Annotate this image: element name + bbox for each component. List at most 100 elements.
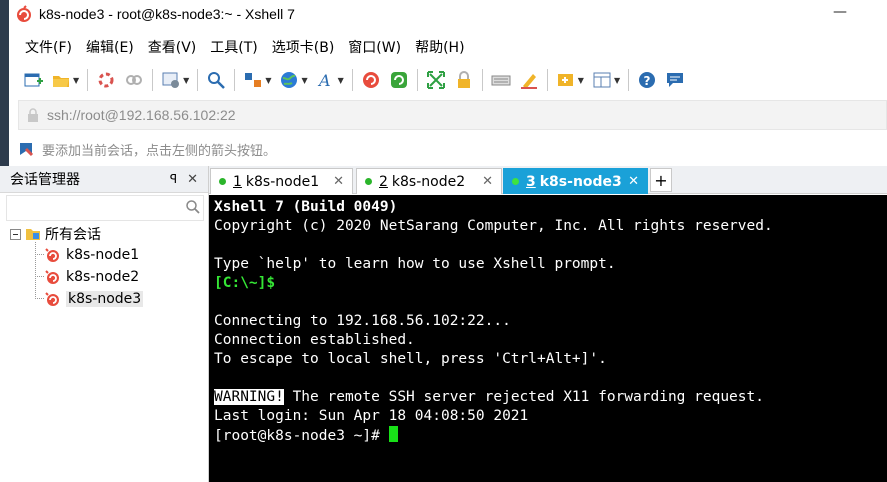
- globe-dropdown-icon[interactable]: ▼: [301, 76, 307, 85]
- terminal-line: Connecting to 192.168.56.102:22...: [214, 313, 511, 329]
- close-tab-icon[interactable]: ✕: [482, 174, 493, 189]
- help-icon[interactable]: ?: [637, 70, 657, 90]
- tab-label: k8s-node2: [391, 173, 466, 190]
- tab-number: 3: [526, 173, 536, 190]
- folder-icon: [26, 229, 40, 240]
- toolbar-separator: [234, 69, 236, 91]
- session-icon: [45, 270, 59, 284]
- highlight-icon[interactable]: [519, 70, 539, 90]
- terminal-area[interactable]: Xshell 7 (Build 0049) Copyright (c) 2020…: [209, 195, 887, 482]
- terminal-line: Xshell 7 (Build 0049): [214, 199, 398, 215]
- session-hint-bar: 要添加当前会话，点击左侧的箭头按钮。: [18, 134, 887, 164]
- toolbar-separator: [197, 69, 199, 91]
- layout-icon[interactable]: [592, 70, 612, 90]
- toolbar-separator: [628, 69, 630, 91]
- terminal-cursor: [388, 426, 398, 442]
- session-item-k8s-node2[interactable]: k8s-node2: [44, 267, 139, 287]
- tab-bar: 1 k8s-node1 ✕ 2 k8s-node2 ✕ 3 k8s-node3 …: [209, 166, 887, 194]
- transfer-icon[interactable]: [243, 70, 263, 90]
- tab-number: 2: [379, 173, 388, 190]
- tab-group-dropdown-icon[interactable]: ▼: [578, 76, 584, 85]
- menu-tools[interactable]: 工具(T): [210, 37, 257, 57]
- menu-file[interactable]: 文件(F): [25, 37, 72, 57]
- fullscreen-icon[interactable]: [426, 70, 446, 90]
- session-label: k8s-node2: [66, 269, 140, 285]
- menu-tab[interactable]: 选项卡(B): [272, 37, 335, 57]
- collapse-icon[interactable]: [10, 228, 21, 240]
- toolbar-separator: [87, 69, 89, 91]
- reconnect-icon[interactable]: [96, 70, 116, 90]
- hint-text: 要添加当前会话，点击左侧的箭头按钮。: [42, 143, 277, 159]
- font-icon[interactable]: A: [316, 70, 336, 90]
- svg-text:?: ?: [644, 74, 651, 88]
- lock-icon[interactable]: [454, 70, 474, 90]
- tab-label: k8s-node3: [539, 173, 622, 190]
- session-manager-panel: 会话管理器 ꟼ ✕ 所有会话 k8s-node1 k8s-node2 k8s-n…: [0, 166, 209, 482]
- terminal-line: To escape to local shell, press 'Ctrl+Al…: [214, 351, 607, 367]
- connected-status-icon: [512, 178, 519, 185]
- session-label: k8s-node3: [66, 291, 144, 307]
- find-icon[interactable]: [206, 70, 226, 90]
- local-prompt: [C:\~]$: [214, 275, 276, 291]
- session-label: k8s-node1: [66, 247, 140, 263]
- xshell-icon[interactable]: [361, 70, 381, 90]
- open-dropdown-icon[interactable]: ▼: [73, 76, 79, 85]
- xftp-icon[interactable]: [389, 70, 409, 90]
- chat-icon[interactable]: [665, 70, 685, 90]
- properties-dropdown-icon[interactable]: ▼: [183, 76, 189, 85]
- session-icon: [45, 292, 59, 306]
- open-folder-icon[interactable]: [51, 70, 71, 90]
- properties-icon[interactable]: [161, 70, 181, 90]
- xshell-logo-icon: [17, 5, 31, 22]
- close-tab-icon[interactable]: ✕: [333, 174, 344, 189]
- add-tab-button[interactable]: +: [650, 168, 672, 192]
- font-dropdown-icon[interactable]: ▼: [338, 76, 344, 85]
- keyboard-icon[interactable]: [491, 70, 511, 90]
- terminal-warning-line: WARNING! The remote SSH server rejected …: [214, 388, 764, 407]
- tree-connector: [35, 276, 44, 277]
- tree-connector: [35, 242, 36, 299]
- menu-bar: 文件(F) 编辑(E) 查看(V) 工具(T) 选项卡(B) 窗口(W) 帮助(…: [9, 34, 465, 60]
- pin-icon[interactable]: ꟼ: [170, 172, 177, 186]
- terminal-line: Type `help' to learn how to use Xshell p…: [214, 256, 616, 272]
- transfer-dropdown-icon[interactable]: ▼: [265, 76, 271, 85]
- session-item-k8s-node1[interactable]: k8s-node1: [44, 245, 139, 265]
- minimize-button[interactable]: —: [833, 4, 847, 20]
- menu-edit[interactable]: 编辑(E): [86, 37, 134, 57]
- close-panel-icon[interactable]: ✕: [187, 172, 198, 187]
- menu-view[interactable]: 查看(V): [148, 37, 197, 57]
- svg-text:A: A: [317, 71, 331, 90]
- tree-root-label: 所有会话: [45, 227, 101, 243]
- lock-icon: [28, 108, 38, 122]
- address-bar[interactable]: ssh://root@192.168.56.102:22: [18, 100, 887, 130]
- add-tab-group-icon[interactable]: [556, 70, 576, 90]
- title-bar: k8s-node3 - root@k8s-node3:~ - Xshell 7 …: [9, 0, 887, 28]
- warning-text: The remote SSH server rejected X11 forwa…: [283, 389, 764, 405]
- toolbar: ▼ ▼ ▼ ▼ A ▼ ▼ ▼ ?: [9, 64, 887, 96]
- search-icon[interactable]: [185, 199, 201, 215]
- disconnect-icon[interactable]: [124, 70, 144, 90]
- toolbar-separator: [481, 69, 483, 91]
- close-tab-icon[interactable]: ✕: [628, 174, 639, 189]
- tab-k8s-node2[interactable]: 2 k8s-node2 ✕: [356, 168, 502, 194]
- remote-prompt: [root@k8s-node3 ~]#: [214, 428, 389, 444]
- tree-connector: [35, 254, 44, 255]
- new-session-icon[interactable]: [23, 70, 43, 90]
- tab-number: 1: [233, 173, 242, 190]
- terminal-line: Last login: Sun Apr 18 04:08:50 2021: [214, 408, 529, 424]
- tab-k8s-node1[interactable]: 1 k8s-node1 ✕: [210, 168, 353, 194]
- tree-root-all-sessions[interactable]: 所有会话: [10, 224, 101, 244]
- tab-k8s-node3[interactable]: 3 k8s-node3 ✕: [503, 168, 648, 194]
- toolbar-separator: [546, 69, 548, 91]
- session-search-input[interactable]: [6, 195, 204, 221]
- remote-prompt-line: [root@k8s-node3 ~]#: [214, 426, 398, 445]
- menu-help[interactable]: 帮助(H): [415, 37, 464, 57]
- session-manager-title: 会话管理器: [10, 172, 80, 188]
- layout-dropdown-icon[interactable]: ▼: [614, 76, 620, 85]
- globe-icon[interactable]: [279, 70, 299, 90]
- bookmark-arrow-icon[interactable]: [18, 141, 34, 157]
- session-item-k8s-node3[interactable]: k8s-node3: [44, 289, 144, 309]
- window-title: k8s-node3 - root@k8s-node3:~ - Xshell 7: [39, 6, 295, 22]
- tree-connector: [35, 298, 44, 299]
- menu-window[interactable]: 窗口(W): [348, 37, 401, 57]
